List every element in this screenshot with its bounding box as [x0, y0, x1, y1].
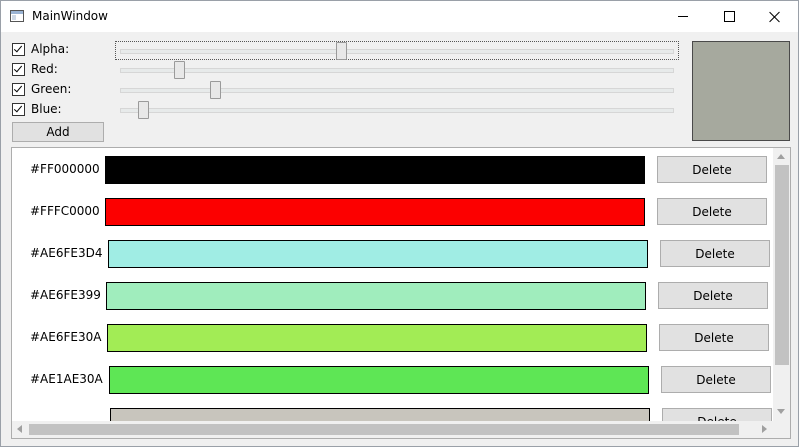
hex-label: #AE6FE3D4	[30, 246, 103, 260]
list-item: #AE1AE30A Delete	[12, 366, 772, 394]
list-item: #FF000000 Delete	[12, 156, 772, 184]
delete-button[interactable]: Delete	[658, 282, 768, 309]
arrow-left-icon[interactable]	[17, 425, 22, 433]
green-checkbox[interactable]: Green:	[12, 81, 71, 97]
blue-checkbox[interactable]: Blue:	[12, 101, 62, 117]
hex-label: #FF000000	[30, 162, 100, 176]
checkmark-icon	[12, 82, 25, 96]
window-title: MainWindow	[32, 9, 108, 23]
color-swatch	[105, 156, 645, 184]
title-bar[interactable]: MainWindow	[1, 1, 798, 32]
green-label: Green:	[31, 82, 72, 96]
hex-label: #AE6FE399	[30, 288, 101, 302]
app-window-icon	[10, 10, 24, 22]
delete-button[interactable]: Delete	[657, 198, 767, 225]
hex-label: #FFFC0000	[30, 204, 100, 218]
close-button[interactable]	[752, 1, 798, 32]
red-slider[interactable]	[116, 61, 678, 79]
slider-track	[120, 68, 674, 73]
color-preview	[692, 41, 790, 141]
minimize-button[interactable]	[660, 1, 706, 32]
color-list[interactable]: #FF000000 Delete #FFFC0000 Delete #AE6FE…	[11, 147, 791, 439]
blue-slider[interactable]	[116, 101, 678, 119]
delete-button[interactable]: Delete	[659, 324, 769, 351]
add-button[interactable]: Add	[12, 122, 104, 142]
red-label: Red:	[31, 62, 58, 76]
arrow-down-icon[interactable]	[777, 409, 785, 414]
green-slider-thumb[interactable]	[209, 81, 221, 99]
hex-label: #AE6FE30A	[30, 330, 102, 344]
hex-label: #AE1AE30A	[30, 372, 103, 386]
red-slider-thumb[interactable]	[173, 61, 185, 79]
vertical-scroll-thumb[interactable]	[775, 165, 789, 365]
delete-button[interactable]: Delete	[660, 240, 770, 267]
checkmark-icon	[12, 42, 25, 56]
green-slider[interactable]	[116, 81, 678, 99]
slider-track	[120, 49, 674, 54]
red-checkbox[interactable]: Red:	[12, 61, 58, 77]
maximize-icon	[723, 11, 735, 22]
blue-slider-thumb[interactable]	[138, 101, 150, 119]
scrollbar-corner	[773, 421, 790, 438]
arrow-right-icon[interactable]	[762, 425, 767, 433]
arrow-up-icon[interactable]	[777, 154, 785, 159]
blue-label: Blue:	[31, 102, 62, 116]
horizontal-scroll-thumb[interactable]	[29, 424, 739, 435]
alpha-slider-thumb[interactable]	[336, 42, 348, 60]
close-icon	[769, 11, 781, 23]
maximize-button[interactable]	[706, 1, 752, 32]
list-item: #AE6FE399 Delete	[12, 282, 772, 310]
checkmark-icon	[12, 102, 25, 116]
color-swatch	[106, 282, 646, 310]
vertical-scrollbar[interactable]	[773, 148, 790, 438]
alpha-checkbox[interactable]: Alpha:	[12, 41, 69, 57]
checkmark-icon	[12, 62, 25, 76]
minimize-icon	[678, 16, 688, 17]
list-item: #AE6FE30A Delete	[12, 324, 772, 352]
horizontal-scrollbar[interactable]	[12, 421, 773, 438]
alpha-label: Alpha:	[31, 42, 70, 56]
color-swatch	[107, 324, 647, 352]
color-swatch	[108, 240, 648, 268]
delete-button[interactable]: Delete	[661, 366, 771, 393]
color-swatch	[105, 198, 645, 226]
delete-button[interactable]: Delete	[657, 156, 767, 183]
client-area: Alpha: Red: Green: Blue: Add #FF000000 D…	[1, 32, 798, 446]
main-window: MainWindow Alpha: Red: Green: Blue: Add …	[0, 0, 799, 447]
alpha-slider[interactable]	[115, 41, 679, 60]
slider-track	[120, 88, 674, 93]
slider-track	[120, 108, 674, 113]
list-item: #FFFC0000 Delete	[12, 198, 772, 226]
list-item: #AE6FE3D4 Delete	[12, 240, 772, 268]
color-swatch	[109, 366, 649, 394]
